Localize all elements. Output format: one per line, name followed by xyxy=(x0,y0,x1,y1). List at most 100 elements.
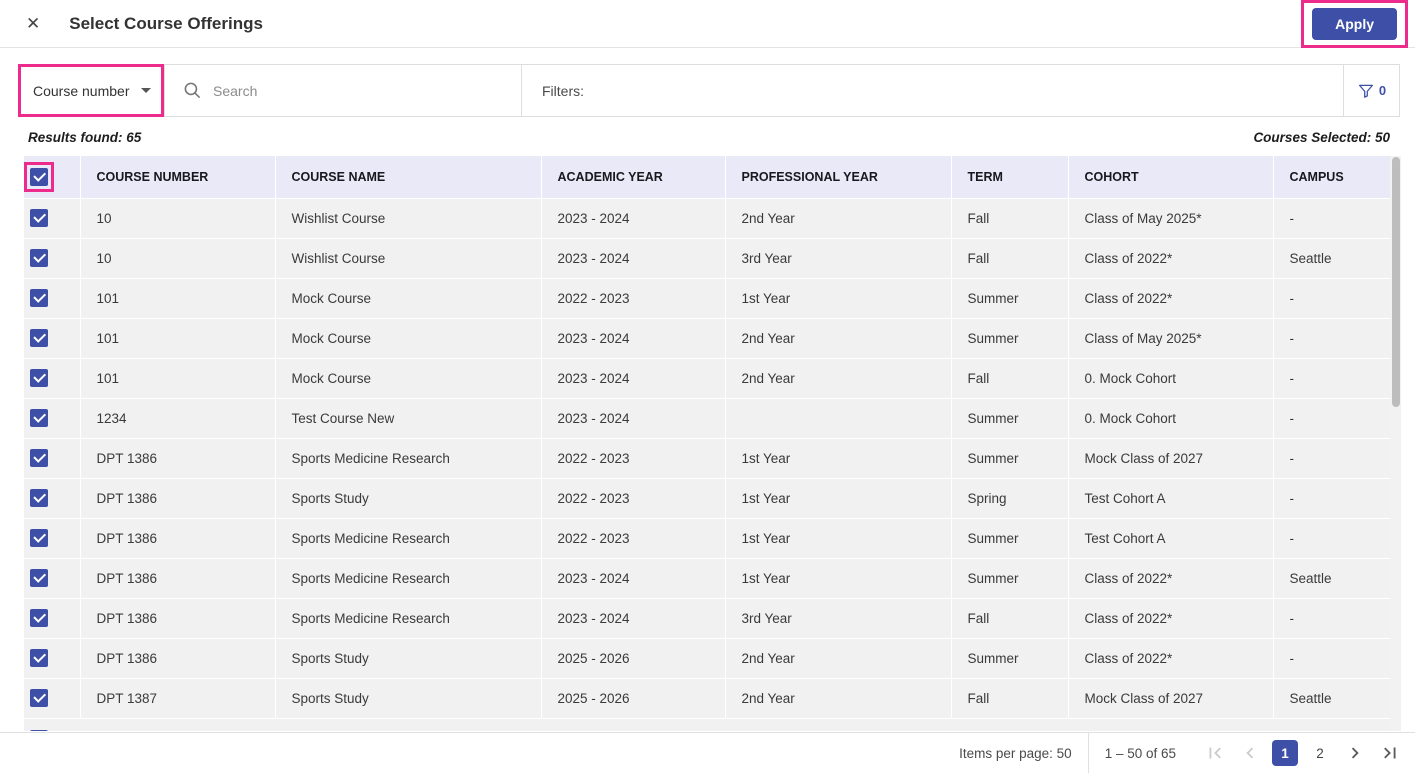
cell-course-number: DPT 1386 xyxy=(80,638,276,679)
row-checkbox[interactable] xyxy=(30,329,48,347)
table-row: 1234 Test Course New 2023 - 2024 Summer 0. M… xyxy=(24,398,1390,439)
row-checkbox[interactable] xyxy=(30,649,48,667)
cell-course-name: Sports Medicine Research xyxy=(275,438,542,479)
cell-academic-year: 2023 - 2024 xyxy=(541,598,726,639)
row-checkbox[interactable] xyxy=(30,209,48,227)
row-checkbox[interactable] xyxy=(30,449,48,467)
cell-course-name: Wishlist Course xyxy=(275,198,542,239)
row-checkbox-cell xyxy=(24,558,81,599)
table-row: 101 Mock Course 2022 - 2023 1st Year Summer C… xyxy=(24,278,1390,319)
filters-section: Filters: xyxy=(521,65,1343,116)
cell-campus: - xyxy=(1273,358,1390,399)
row-checkbox[interactable] xyxy=(30,489,48,507)
apply-button[interactable]: Apply xyxy=(1312,7,1397,40)
cell-campus: - xyxy=(1273,318,1390,359)
row-checkbox-cell xyxy=(24,278,81,319)
vertical-scrollbar[interactable] xyxy=(1390,156,1401,731)
dialog-title: Select Course Offerings xyxy=(69,13,263,33)
page-range-label: 1 – 50 of 65 xyxy=(1104,745,1176,761)
cell-course-name: Sports Study xyxy=(275,638,542,679)
cell-term: Summer xyxy=(951,638,1069,679)
filter-funnel-icon xyxy=(1358,84,1373,98)
cell-course-number: DPT 1386 xyxy=(80,558,276,599)
cell-term: Fall xyxy=(951,678,1069,719)
cell-academic-year: 2022 - 2023 xyxy=(541,518,726,559)
row-checkbox[interactable] xyxy=(30,729,48,731)
cell-course-number: DPT 1386 xyxy=(80,438,276,479)
course-offerings-table: COURSE NUMBER COURSE NAME ACADEMIC YEAR … xyxy=(24,156,1390,731)
cell-term: Fall xyxy=(951,598,1069,639)
cell-term: Summer xyxy=(951,558,1069,599)
cell-academic-year: 2025 - 2026 xyxy=(541,678,726,719)
column-header-campus: CAMPUS xyxy=(1273,156,1390,199)
first-page-button[interactable] xyxy=(1202,740,1228,766)
search-by-dropdown[interactable]: Course number xyxy=(19,65,165,116)
cell-professional-year: 3rd Year xyxy=(725,598,952,639)
row-checkbox-cell xyxy=(24,358,81,399)
select-all-checkbox[interactable] xyxy=(30,167,48,186)
row-checkbox[interactable] xyxy=(30,569,48,587)
cell-campus: - xyxy=(1273,518,1390,559)
toolbar: Course number Filters: 0 xyxy=(18,64,1400,117)
cell-term: Fall xyxy=(951,238,1069,279)
row-checkbox-cell xyxy=(24,478,81,519)
row-checkbox[interactable] xyxy=(30,289,48,307)
cell-term: Summer xyxy=(951,518,1069,559)
cell-academic-year: 2023 - 2024 xyxy=(541,398,726,439)
cell-course-name: Sports Study xyxy=(275,478,542,519)
cell-course-name: Wishlist Course xyxy=(275,238,542,279)
row-checkbox[interactable] xyxy=(30,529,48,547)
filters-label: Filters: xyxy=(542,82,584,99)
items-per-page-label: Items per page: 50 xyxy=(959,745,1072,761)
close-icon[interactable]: ✕ xyxy=(26,15,40,32)
table-row: 10 Wishlist Course 2023 - 2024 2nd Year Fall… xyxy=(24,198,1390,239)
last-page-button[interactable] xyxy=(1377,740,1403,766)
cell-term: Spring xyxy=(951,478,1069,519)
row-checkbox[interactable] xyxy=(30,409,48,427)
cell-professional-year: 2nd Year xyxy=(725,198,952,239)
filter-count: 0 xyxy=(1378,83,1387,98)
cell-professional-year: 2nd Year xyxy=(725,678,952,719)
row-checkbox[interactable] xyxy=(30,609,48,627)
table-row: 101 Mock Course 2023 - 2024 2nd Year Summer C… xyxy=(24,318,1390,359)
row-checkbox-cell xyxy=(24,678,81,719)
table-row: DPT 1386 Sports Medicine Research 2022 - 2… xyxy=(24,518,1390,559)
cell-professional-year: 3rd Year xyxy=(725,238,952,279)
row-checkbox[interactable] xyxy=(30,369,48,387)
row-checkbox-cell xyxy=(24,638,81,679)
cell-professional-year: 2nd Year xyxy=(725,318,952,359)
previous-page-button[interactable] xyxy=(1237,740,1263,766)
cell-academic-year: 2023 - 2024 xyxy=(541,318,726,359)
table-row: DPT 1386 Sports Study 2025 - 2026 2nd Year S… xyxy=(24,638,1390,679)
cell-cohort: Class of 2022* xyxy=(1068,278,1274,319)
cell-professional-year xyxy=(725,398,952,439)
page-2-button[interactable]: 2 xyxy=(1307,740,1333,766)
results-found-label: Results found: 65 xyxy=(28,129,142,145)
cell-cohort: 0. Mock Cohort xyxy=(1068,358,1274,399)
row-checkbox[interactable] xyxy=(30,249,48,267)
cell-course-number: 101 xyxy=(80,278,276,319)
next-page-button[interactable] xyxy=(1342,740,1368,766)
cell-term: Summer xyxy=(951,318,1069,359)
chevron-down-icon xyxy=(141,88,151,93)
cell-course-number: 10 xyxy=(80,238,276,279)
cell-cohort: 0. Mock Cohort xyxy=(1068,398,1274,439)
search-icon xyxy=(184,82,201,99)
search-input[interactable] xyxy=(213,82,521,99)
cell-term: Fall xyxy=(951,198,1069,239)
cell-course-number: 101 xyxy=(80,318,276,359)
cell-cohort: Test Cohort A xyxy=(1068,518,1274,559)
column-header-course-name: COURSE NAME xyxy=(275,156,542,199)
scrollbar-thumb[interactable] xyxy=(1391,157,1400,407)
filter-button[interactable]: 0 xyxy=(1343,65,1399,116)
pager: 1 2 xyxy=(1202,740,1403,766)
column-header-professional-year: PROFESSIONAL YEAR xyxy=(725,156,952,199)
cell-campus: - xyxy=(1273,278,1390,319)
cell-academic-year: 2023 - 2024 xyxy=(541,198,726,239)
cell-campus: - xyxy=(1273,598,1390,639)
row-checkbox-cell xyxy=(24,518,81,559)
cell-course-number: 101 xyxy=(80,358,276,399)
row-checkbox[interactable] xyxy=(30,689,48,707)
column-header-cohort: COHORT xyxy=(1068,156,1274,199)
page-1-button[interactable]: 1 xyxy=(1272,740,1298,766)
